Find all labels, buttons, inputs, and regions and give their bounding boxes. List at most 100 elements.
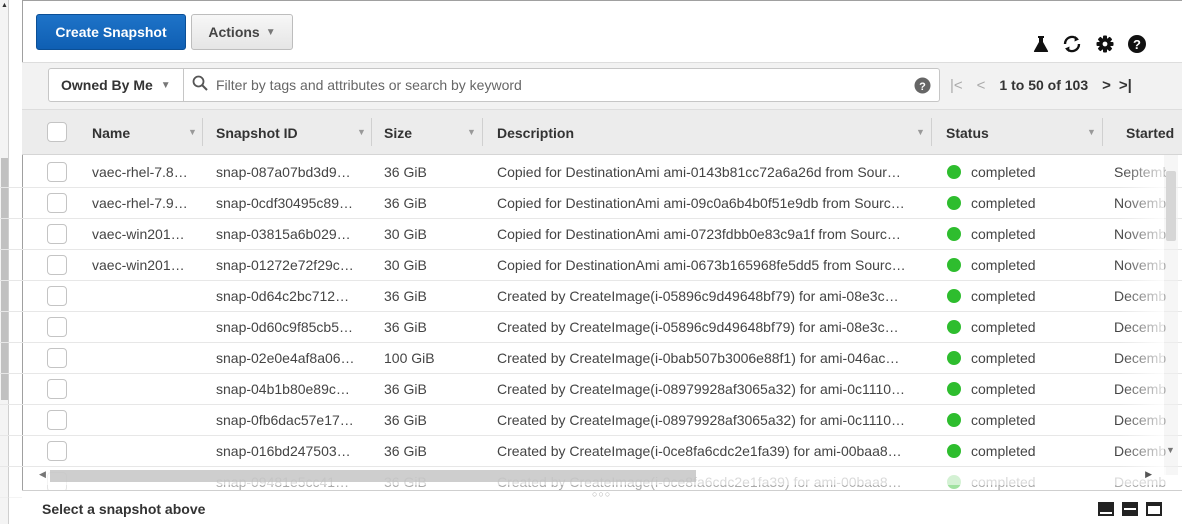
table-horizontal-scrollbar[interactable]: ◀ ▶ <box>36 467 1166 485</box>
prev-page-icon[interactable]: < <box>977 77 986 94</box>
table-row[interactable]: vaec-win201… snap-01272e72f29c… 30 GiB Copi… <box>0 250 1182 281</box>
scroll-up-arrow-icon[interactable]: ▲ <box>1 2 8 10</box>
cell-status: completed <box>971 257 1036 273</box>
table-row[interactable]: snap-0d60c9f85cb5… 36 GiB Created by Creat… <box>0 312 1182 343</box>
cell-status: completed <box>971 195 1036 211</box>
resize-grip-icon[interactable]: ○○○ <box>592 489 611 499</box>
cell-size: 36 GiB <box>384 195 427 211</box>
column-divider <box>202 118 203 146</box>
cell-size: 100 GiB <box>384 350 435 366</box>
cell-started: December <box>1114 319 1166 335</box>
create-snapshot-button[interactable]: Create Snapshot <box>36 14 186 50</box>
cell-description: Created by CreateImage(i-08979928af3065a… <box>497 412 906 428</box>
refresh-icon[interactable] <box>1061 33 1083 55</box>
table-row[interactable]: snap-02e0e4af8a06… 100 GiB Created by Crea… <box>0 343 1182 374</box>
cell-description: Copied for DestinationAmi ami-0143b81cc7… <box>497 164 901 180</box>
table-vertical-scrollbar-thumb[interactable] <box>1166 171 1176 241</box>
select-all-checkbox[interactable] <box>47 122 67 142</box>
layout-full-icon[interactable] <box>1146 502 1162 516</box>
cell-size: 30 GiB <box>384 257 427 273</box>
status-completed-icon <box>947 351 961 365</box>
status-completed-icon <box>947 320 961 334</box>
cell-started: November <box>1114 195 1166 211</box>
cell-description: Created by CreateImage(i-0ce8fa6cdc2e1fa… <box>497 443 902 459</box>
last-page-icon[interactable]: >| <box>1119 77 1132 94</box>
first-page-icon[interactable]: |< <box>950 77 963 94</box>
search-placeholder: Filter by tags and attributes or search … <box>216 77 522 93</box>
help-icon[interactable]: ? <box>1126 33 1148 55</box>
sort-icon[interactable]: ▼ <box>188 127 197 137</box>
cell-snapshot-id: snap-0cdf30495c89… <box>216 195 353 211</box>
cell-size: 30 GiB <box>384 226 427 242</box>
row-checkbox[interactable] <box>47 224 67 244</box>
cell-snapshot-id: snap-016bd247503… <box>216 443 351 459</box>
cell-status: completed <box>971 288 1036 304</box>
cell-snapshot-id: snap-0d60c9f85cb5… <box>216 319 353 335</box>
column-header-started[interactable]: Started <box>1126 110 1174 155</box>
flask-icon[interactable] <box>1030 33 1052 55</box>
cell-started: December <box>1114 412 1166 428</box>
cell-status: completed <box>971 164 1036 180</box>
column-divider <box>482 118 483 146</box>
gear-icon[interactable] <box>1094 33 1116 55</box>
scroll-down-arrow-icon[interactable]: ▼ <box>1166 445 1175 455</box>
column-header-status[interactable]: Status <box>946 110 989 155</box>
cell-snapshot-id: snap-02e0e4af8a06… <box>216 350 355 366</box>
next-page-icon[interactable]: > <box>1102 77 1111 94</box>
cell-description: Copied for DestinationAmi ami-09c0a6b4b0… <box>497 195 905 211</box>
status-completed-icon <box>947 165 961 179</box>
table-vertical-scrollbar[interactable]: ▼ <box>1164 155 1178 475</box>
sort-icon[interactable]: ▼ <box>916 127 925 137</box>
cell-status: completed <box>971 226 1036 242</box>
row-checkbox[interactable] <box>47 255 67 275</box>
row-checkbox[interactable] <box>47 162 67 182</box>
actions-dropdown-button[interactable]: Actions ▼ <box>191 14 293 50</box>
cell-snapshot-id: snap-0fb6dac57e17… <box>216 412 354 428</box>
cell-started: November <box>1114 226 1166 242</box>
status-completed-icon <box>947 227 961 241</box>
row-checkbox[interactable] <box>47 193 67 213</box>
table-row[interactable]: snap-0d64c2bc712… 36 GiB Created by Create… <box>0 281 1182 312</box>
layout-bottom-icon[interactable] <box>1098 502 1114 516</box>
cell-name: vaec-rhel-7.8… <box>92 164 188 180</box>
row-checkbox[interactable] <box>47 441 67 461</box>
column-header-snapshot-id[interactable]: Snapshot ID <box>216 110 298 155</box>
table-row[interactable]: vaec-rhel-7.9… snap-0cdf30495c89… 36 GiB Co… <box>0 188 1182 219</box>
cell-name: vaec-win201… <box>92 257 185 273</box>
cell-description: Copied for DestinationAmi ami-0673b16596… <box>497 257 906 273</box>
search-icon <box>192 75 208 96</box>
table-row[interactable]: snap-04b1b80e89c… 36 GiB Created by Create… <box>0 374 1182 405</box>
row-checkbox[interactable] <box>47 410 67 430</box>
table-row[interactable]: vaec-rhel-7.8… snap-087a07bd3d9… 36 GiB Cop… <box>0 157 1182 188</box>
sort-icon[interactable]: ▼ <box>1087 127 1096 137</box>
row-checkbox[interactable] <box>47 348 67 368</box>
search-help-icon[interactable]: ? <box>914 77 931 99</box>
layout-split-icon[interactable] <box>1122 502 1138 516</box>
owned-by-filter-select[interactable]: Owned By Me ▼ <box>48 68 184 102</box>
row-checkbox[interactable] <box>47 379 67 399</box>
cell-description: Created by CreateImage(i-08979928af3065a… <box>497 381 906 397</box>
sort-icon[interactable]: ▼ <box>467 127 476 137</box>
column-divider <box>1102 118 1103 146</box>
horizontal-scrollbar-thumb[interactable] <box>50 470 696 482</box>
column-header-description[interactable]: Description <box>497 110 574 155</box>
scroll-right-arrow-icon[interactable]: ▶ <box>1145 469 1152 480</box>
cell-started: December <box>1114 350 1166 366</box>
sort-icon[interactable]: ▼ <box>357 127 366 137</box>
column-divider <box>931 118 932 146</box>
search-input[interactable]: Filter by tags and attributes or search … <box>184 68 940 102</box>
scroll-left-arrow-icon[interactable]: ◀ <box>39 469 46 480</box>
column-header-size[interactable]: Size <box>384 110 412 155</box>
svg-text:?: ? <box>1133 37 1141 52</box>
cell-status: completed <box>971 319 1036 335</box>
cell-started: December <box>1114 288 1166 304</box>
table-row[interactable]: vaec-win201… snap-03815a6b029… 30 GiB Copie… <box>0 219 1182 250</box>
table-row[interactable]: snap-0fb6dac57e17… 36 GiB Created by Creat… <box>0 405 1182 436</box>
cell-snapshot-id: snap-087a07bd3d9… <box>216 164 351 180</box>
table-row[interactable]: snap-016bd247503… 36 GiB Created by Create… <box>0 436 1182 467</box>
cell-size: 36 GiB <box>384 443 427 459</box>
column-header-name[interactable]: Name <box>92 110 130 155</box>
row-checkbox[interactable] <box>47 286 67 306</box>
chevron-down-icon: ▼ <box>160 79 171 91</box>
row-checkbox[interactable] <box>47 317 67 337</box>
